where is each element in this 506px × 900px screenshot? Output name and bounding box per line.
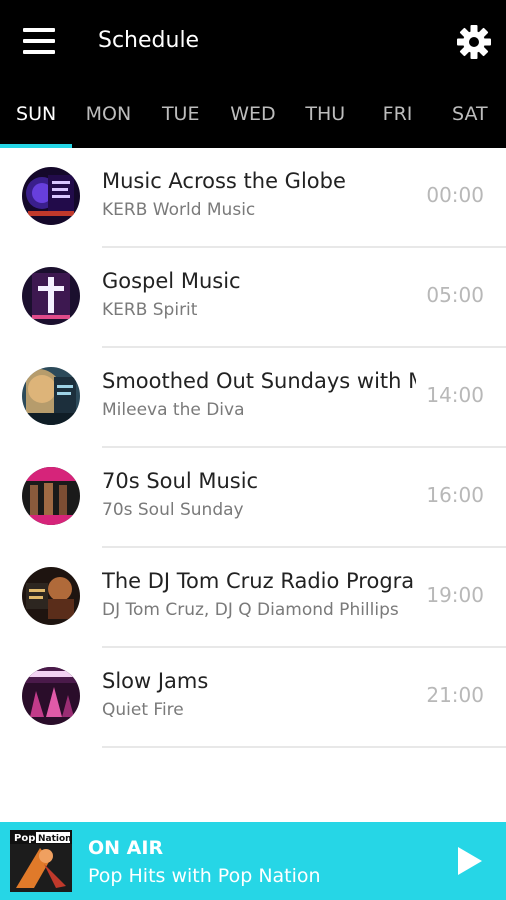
menu-icon[interactable] [23,28,57,54]
show-title: Smoothed Out Sundays with M [102,369,416,393]
tab-sat[interactable]: SAT [434,82,506,148]
now-playing-bar[interactable]: Pop Nation ON AIR Pop Hits with Pop Nati… [0,822,506,900]
show-thumbnail [22,367,80,425]
schedule-row[interactable]: Smoothed Out Sundays with M Mileeva the … [0,348,506,448]
show-title: The DJ Tom Cruz Radio Progra [102,569,415,593]
show-host: Mileeva the Diva [102,400,245,420]
schedule-row[interactable]: Gospel Music KERB Spirit 05:00 [0,248,506,348]
show-time: 19:00 [426,583,484,607]
tab-thu[interactable]: THU [289,82,361,148]
show-thumbnail [22,567,80,625]
show-thumbnail [22,667,80,725]
show-title: 70s Soul Music [102,469,259,493]
tab-sun[interactable]: SUN [0,82,73,148]
show-time: 14:00 [426,383,484,407]
show-host: 70s Soul Sunday [102,500,244,520]
show-time: 05:00 [426,283,484,307]
play-button[interactable] [452,844,486,878]
tab-wed[interactable]: WED [217,82,289,148]
show-thumbnail [22,167,80,225]
now-playing-artwork: Pop Nation [10,830,72,892]
schedule-row[interactable]: Slow Jams Quiet Fire 21:00 [0,648,506,748]
show-title: Slow Jams [102,669,209,693]
schedule-row[interactable]: 70s Soul Music 70s Soul Sunday 16:00 [0,448,506,548]
schedule-row[interactable]: Music Across the Globe KERB World Music … [0,148,506,248]
show-title: Gospel Music [102,269,241,293]
on-air-label: ON AIR [88,837,164,859]
schedule-list: Music Across the Globe KERB World Music … [0,148,506,748]
show-thumbnail [22,267,80,325]
show-time: 00:00 [426,183,484,207]
day-tabs: SUN MON TUE WED THU FRI SAT [0,82,506,148]
show-time: 16:00 [426,483,484,507]
show-host: Quiet Fire [102,700,184,720]
show-thumbnail [22,467,80,525]
row-divider [102,746,506,748]
tab-fri[interactable]: FRI [361,82,433,148]
show-host: KERB World Music [102,200,256,220]
gear-icon[interactable] [454,22,494,62]
tab-tue[interactable]: TUE [145,82,217,148]
show-host: KERB Spirit [102,300,198,320]
page-title: Schedule [98,28,200,53]
app-bar: Schedule SUN MON TUE WED THU FRI SAT [0,0,506,148]
tab-mon[interactable]: MON [72,82,144,148]
show-title: Music Across the Globe [102,169,346,193]
svg-text:Pop: Pop [14,833,35,844]
now-playing-title: Pop Hits with Pop Nation [88,865,321,887]
show-host: DJ Tom Cruz, DJ Q Diamond Phillips [102,600,399,620]
play-icon [458,847,482,875]
toolbar: Schedule [0,0,506,82]
schedule-row[interactable]: The DJ Tom Cruz Radio Progra DJ Tom Cruz… [0,548,506,648]
svg-text:Nation: Nation [38,834,72,844]
show-time: 21:00 [426,683,484,707]
